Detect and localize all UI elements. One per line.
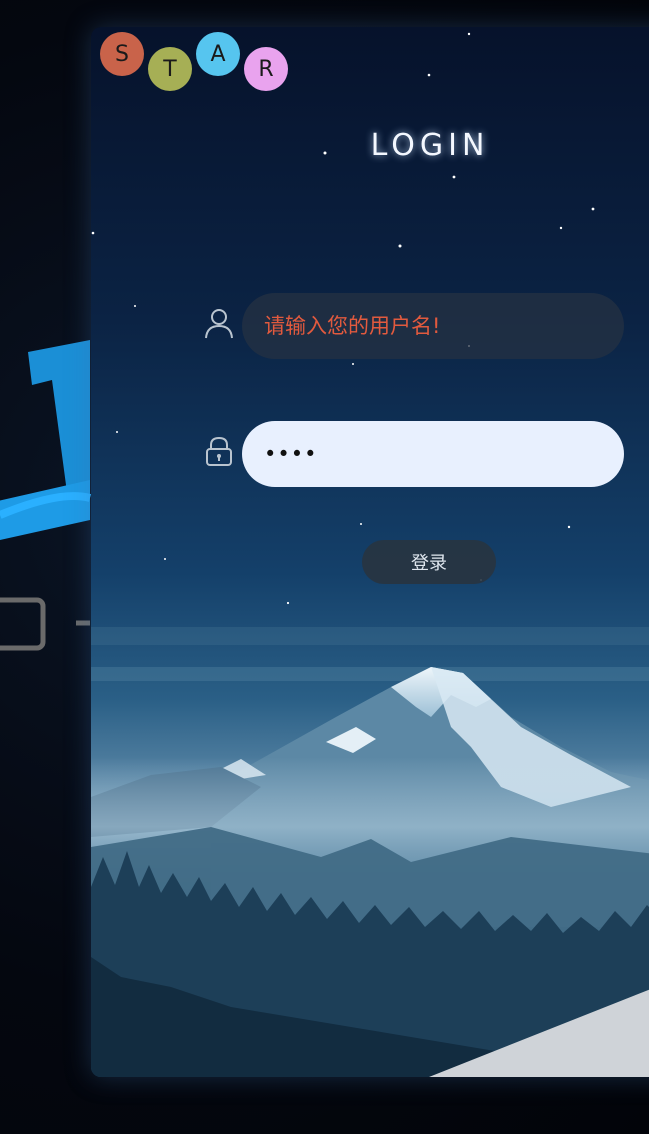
brand-letter-a: A	[196, 32, 240, 76]
login-button[interactable]: 登录	[362, 540, 496, 584]
login-page: S T A R LOGIN 登录	[0, 0, 649, 1134]
password-input[interactable]	[242, 421, 624, 487]
brand-letter-s: S	[100, 32, 144, 76]
login-title: LOGIN	[370, 128, 490, 163]
user-icon	[205, 309, 233, 339]
lock-icon	[206, 436, 232, 466]
brand-letter-t: T	[148, 47, 192, 91]
brand-letter-r: R	[244, 47, 288, 91]
username-input[interactable]	[242, 293, 624, 359]
